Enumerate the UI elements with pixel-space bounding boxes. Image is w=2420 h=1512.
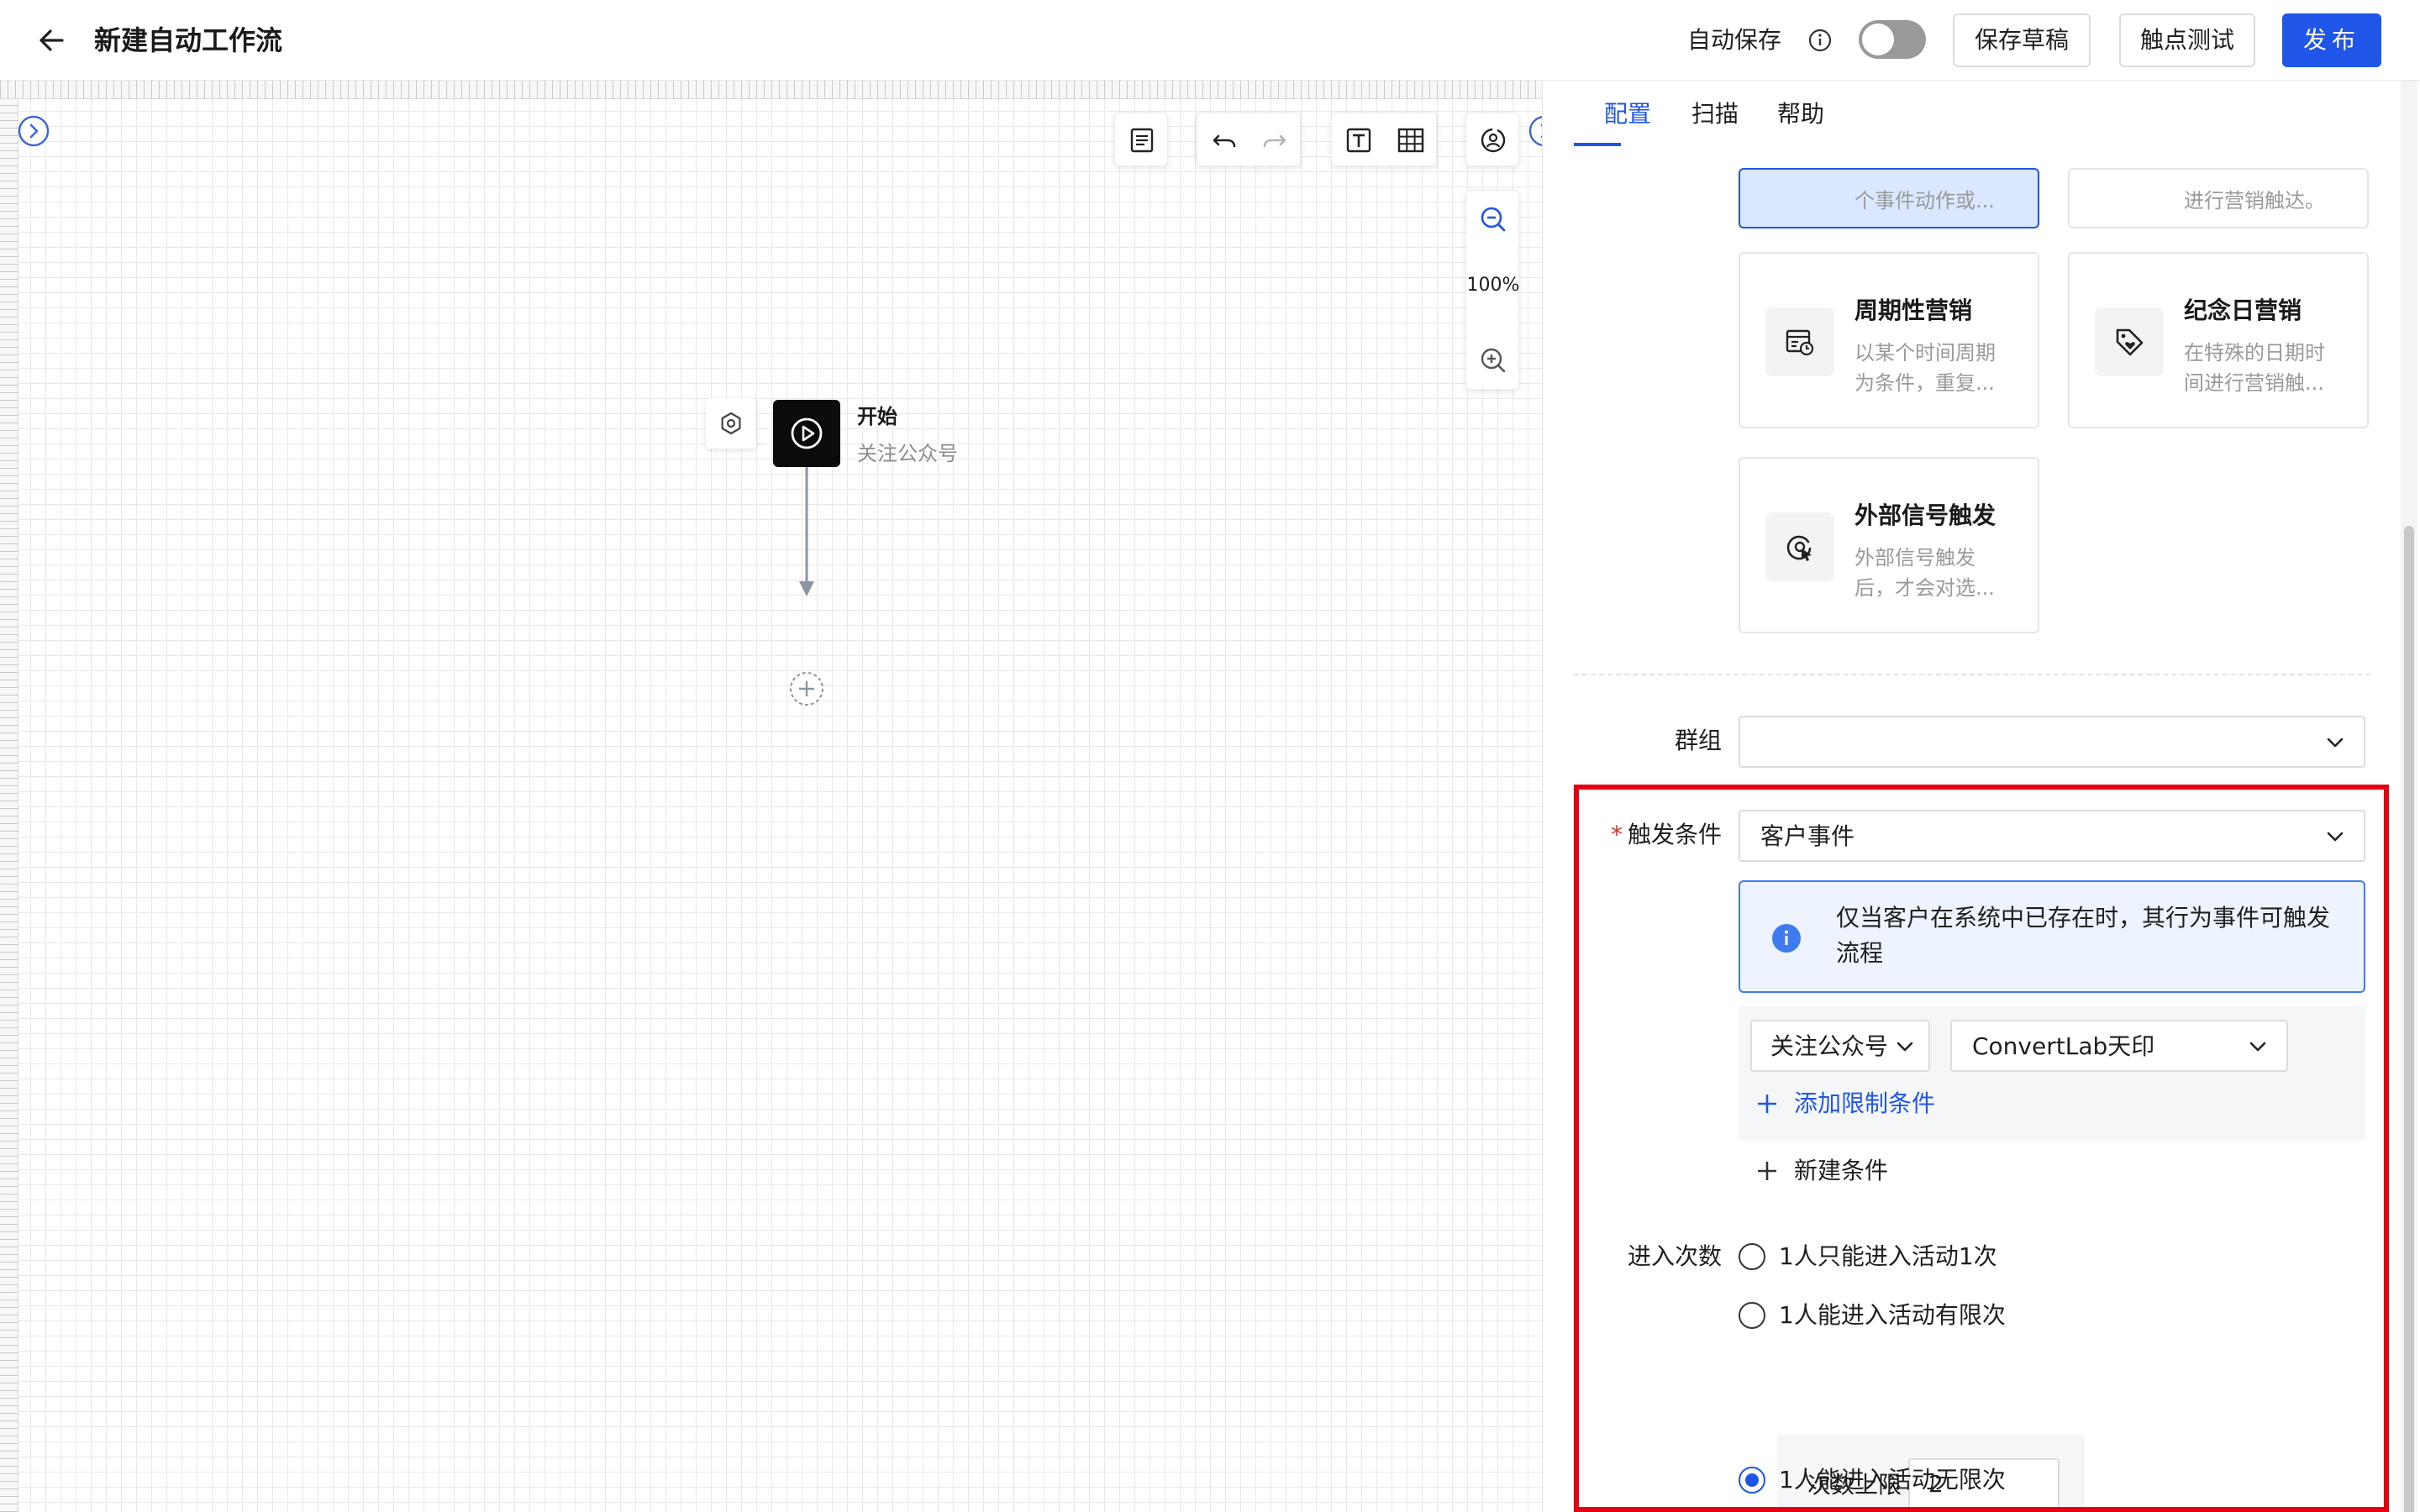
info-filled-icon: [1772, 924, 1801, 953]
radio-circle: [1739, 1243, 1765, 1270]
chevron-down-icon: [1897, 1042, 1913, 1052]
trigger-label: * 触发条件: [1586, 818, 1722, 852]
card-desc: 在特殊的日期时间进行营销触...: [2184, 341, 2325, 395]
card-icon-box: [2095, 307, 2164, 376]
zoom-level: 100%: [1466, 275, 1520, 296]
radio-label: 1人能进入活动无限次: [1779, 1466, 2006, 1494]
page-title: 新建自动工作流: [94, 24, 283, 56]
trigger-card-periodic[interactable]: 周期性营销 以某个时间周期为条件，重复...: [1739, 252, 2039, 428]
start-node[interactable]: [773, 400, 840, 467]
trigger-card-anniversary[interactable]: 纪念日营销 在特殊的日期时间进行营销触...: [2068, 252, 2369, 428]
radio-circle: [1739, 1302, 1765, 1329]
toolbar-user-group: [1465, 113, 1519, 166]
toolbar-insert-group: [1331, 113, 1437, 166]
undo-icon[interactable]: [1207, 123, 1241, 157]
tab-help[interactable]: 帮助: [1777, 97, 1824, 131]
card-title: 纪念日营销: [2184, 297, 2302, 324]
plus-icon: [1758, 1095, 1776, 1113]
required-mark: *: [1610, 821, 1623, 848]
tab-scan[interactable]: 扫描: [1691, 97, 1739, 131]
collapse-panel-icon[interactable]: [1528, 114, 1543, 148]
top-header: 新建自动工作流 自动保存 保存草稿 触点测试 发布: [0, 0, 2420, 81]
toolbar-history-group: [1197, 113, 1301, 166]
toggle-knob: [1862, 24, 1894, 55]
info-icon[interactable]: [1807, 27, 1833, 54]
publish-button[interactable]: 发布: [2282, 13, 2381, 67]
event-select[interactable]: 关注公众号: [1750, 1020, 1930, 1072]
config-panel: 配置 扫描 帮助 个事件动作或... 进行营销触达。 周期性营销 以某个时间周期…: [1544, 81, 2420, 1512]
user-scan-icon[interactable]: [1476, 123, 1510, 157]
radio-circle-selected: [1739, 1467, 1765, 1494]
tag-heart-icon: [2116, 328, 2144, 356]
event-value: 关注公众号: [1770, 1032, 1889, 1060]
trigger-value: 客户事件: [1760, 822, 1855, 850]
save-draft-button[interactable]: 保存草稿: [1953, 13, 2091, 67]
grid-icon[interactable]: [1394, 123, 1428, 157]
start-node-subtitle: 关注公众号: [857, 442, 958, 465]
trigger-card-customer-event[interactable]: 个事件动作或...: [1739, 168, 2039, 228]
new-condition-label: 新建条件: [1794, 1157, 1889, 1184]
add-limit-label: 添加限制条件: [1794, 1089, 1936, 1117]
plus-icon: [1758, 1162, 1776, 1180]
card-title: 周期性营销: [1854, 297, 1973, 324]
calendar-clock-icon: [1786, 329, 1814, 356]
autosave-label: 自动保存: [1687, 26, 1782, 54]
expand-left-icon[interactable]: [17, 114, 50, 148]
toolbar-notes-group: [1114, 113, 1168, 166]
vertical-ruler: [0, 99, 18, 1512]
redo-icon[interactable]: [1258, 123, 1292, 157]
signal-target-icon: [1786, 535, 1812, 561]
back-arrow-icon[interactable]: [34, 22, 71, 59]
add-step-icon[interactable]: [788, 670, 825, 707]
section-divider: [1574, 674, 2370, 675]
zoom-panel: 100%: [1465, 190, 1519, 390]
card-desc: 以某个时间周期为条件，重复...: [1854, 341, 1996, 395]
group-label: 群组: [1674, 727, 1722, 754]
autosave-toggle[interactable]: [1859, 20, 1926, 59]
trigger-card-external-signal[interactable]: 外部信号触发 外部信号触发后，才会对选...: [1739, 457, 2039, 633]
notes-icon[interactable]: [1125, 123, 1159, 157]
card-icon-box: [1765, 512, 1834, 581]
zoom-out-icon[interactable]: [1476, 202, 1510, 236]
entry-count-label: 进入次数: [1627, 1242, 1722, 1270]
zoom-in-icon[interactable]: [1476, 344, 1510, 377]
alert-text: 仅当客户在系统中已存在时，其行为事件可触发流程: [1836, 904, 2331, 967]
panel-scrollbar-thumb[interactable]: [2404, 526, 2414, 1512]
hexagon-gear-icon: [721, 412, 741, 435]
workflow-canvas[interactable]: 100% 开始 关注公众号: [0, 81, 1543, 1512]
radio-label: 1人能进入活动有限次: [1779, 1301, 2006, 1329]
account-select[interactable]: ConvertLab天印: [1950, 1020, 2288, 1072]
touch-test-button[interactable]: 触点测试: [2119, 13, 2255, 67]
chevron-down-icon: [2327, 738, 2344, 748]
play-circle-icon: [791, 417, 823, 449]
start-node-title: 开始: [857, 405, 897, 428]
card-title: 外部信号触发: [1854, 501, 1996, 529]
trigger-label-text: 触发条件: [1627, 821, 1722, 848]
trigger-card-scheduled[interactable]: 进行营销触达。: [2068, 168, 2369, 228]
card-desc: 进行营销触达。: [2184, 189, 2325, 213]
active-tab-indicator: [1574, 143, 1621, 146]
card-desc: 外部信号触发后，才会对选...: [1854, 546, 1995, 600]
node-settings-button[interactable]: [706, 398, 756, 449]
radio-label: 1人只能进入活动1次: [1779, 1242, 1997, 1270]
horizontal-ruler: [0, 81, 1542, 99]
trigger-info-alert: 仅当客户在系统中已存在时，其行为事件可触发流程: [1739, 880, 2365, 993]
group-select[interactable]: [1739, 716, 2365, 768]
account-value: ConvertLab天印: [1972, 1032, 2155, 1060]
chevron-down-icon: [2327, 832, 2344, 842]
card-desc: 个事件动作或...: [1854, 189, 1995, 213]
tab-config[interactable]: 配置: [1604, 97, 1651, 131]
text-box-icon[interactable]: [1342, 123, 1376, 157]
chevron-down-icon: [2249, 1042, 2266, 1052]
trigger-select[interactable]: 客户事件: [1739, 810, 2365, 862]
card-icon-box: [1765, 307, 1834, 376]
